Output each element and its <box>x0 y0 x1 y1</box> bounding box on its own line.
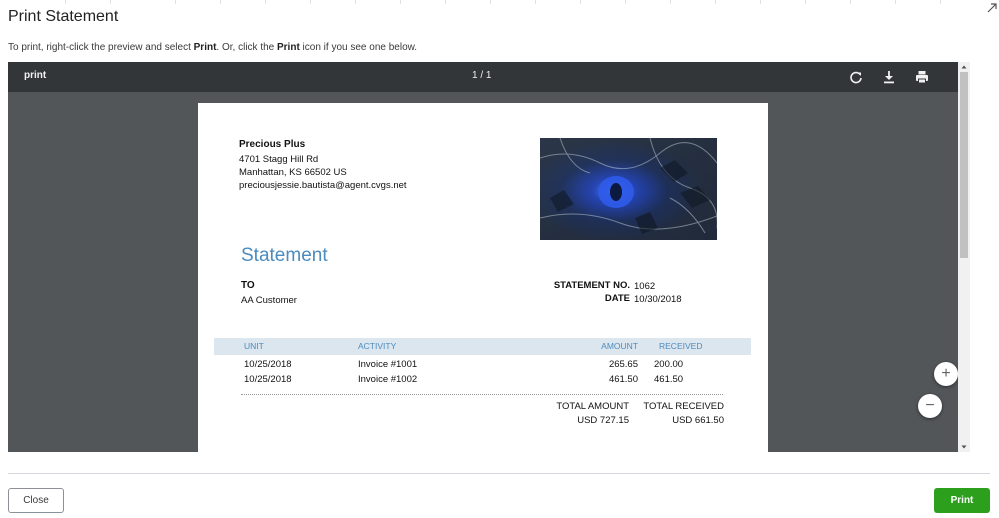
total-amount-label: TOTAL AMOUNT <box>556 401 629 412</box>
statement-no-value: 1062 <box>634 281 656 292</box>
row-activity: Invoice #1001 <box>358 359 418 370</box>
col-header-activity: ACTIVITY <box>358 341 397 351</box>
row-unit: 10/25/2018 <box>244 359 292 370</box>
viewer-toolbar: print 1 / 1 <box>8 62 958 92</box>
zoom-in-button[interactable]: + <box>934 362 958 386</box>
company-email: preciousjessie.bautista@agent.cvgs.net <box>239 180 407 191</box>
col-header-unit: UNIT <box>244 341 264 351</box>
viewer-scrollbar[interactable] <box>958 62 970 452</box>
expand-icon[interactable] <box>986 2 998 14</box>
scroll-up-arrow-icon[interactable] <box>958 62 970 72</box>
download-icon[interactable] <box>880 68 898 86</box>
statement-page: Precious Plus 4701 Stagg Hill Rd Manhatt… <box>198 103 768 452</box>
date-label: DATE <box>604 293 630 304</box>
dialog-title: Print Statement <box>8 8 119 25</box>
page-indicator: 1 / 1 <box>472 70 492 81</box>
print-button[interactable]: Print <box>934 488 990 513</box>
row-unit: 10/25/2018 <box>244 374 292 385</box>
printer-icon[interactable] <box>913 68 931 86</box>
col-header-amount: AMOUNT <box>601 341 638 351</box>
rotate-icon[interactable] <box>847 68 865 86</box>
company-city: Manhattan, KS 66502 US <box>239 167 347 178</box>
viewer-doc-title: print <box>24 70 47 81</box>
to-label: TO <box>241 280 255 291</box>
row-received: 461.50 <box>654 374 684 385</box>
row-received: 200.00 <box>654 359 684 370</box>
company-logo-image <box>540 138 717 240</box>
footer-divider <box>8 473 990 474</box>
totals-divider <box>241 394 723 395</box>
scrollbar-thumb[interactable] <box>960 72 968 258</box>
date-value: 10/30/2018 <box>634 294 682 305</box>
zoom-out-button[interactable]: − <box>918 394 942 418</box>
statement-no-label: STATEMENT NO. <box>553 280 630 291</box>
top-edge-ticks <box>0 0 999 4</box>
company-name: Precious Plus <box>239 139 306 150</box>
row-amount: 265.65 <box>608 359 638 370</box>
col-header-received: RECEIVED <box>659 341 703 351</box>
total-received-label: TOTAL RECEIVED <box>643 401 724 412</box>
customer-name: AA Customer <box>241 295 297 306</box>
total-amount-value: USD 727.15 <box>577 415 629 426</box>
row-activity: Invoice #1002 <box>358 374 418 385</box>
statement-heading: Statement <box>241 245 328 266</box>
total-received-value: USD 661.50 <box>672 415 724 426</box>
company-street: 4701 Stagg Hill Rd <box>239 154 319 165</box>
row-amount: 461.50 <box>608 374 638 385</box>
close-button[interactable]: Close <box>8 488 64 513</box>
activity-table-header: UNIT ACTIVITY AMOUNT RECEIVED <box>214 338 751 355</box>
scroll-down-arrow-icon[interactable] <box>958 442 970 452</box>
pdf-viewer[interactable]: print 1 / 1 Precious Plus 4701 Stagg Hil… <box>8 62 958 452</box>
print-instructions: To print, right-click the preview and se… <box>8 42 418 53</box>
